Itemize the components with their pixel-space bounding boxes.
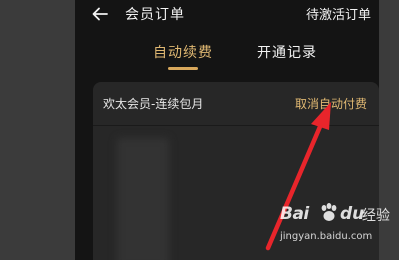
watermark-brand-suffix: du: [340, 204, 365, 224]
card-divider: [93, 125, 379, 126]
active-tab-indicator: [168, 67, 198, 70]
tab-auto-renewal[interactable]: 自动续费: [153, 42, 213, 62]
baidu-jingyan-watermark: Bai du 经验 jingyan.baidu.com: [280, 200, 392, 256]
watermark-product: 经验: [362, 208, 390, 224]
watermark-brand-prefix: Bai: [280, 204, 309, 224]
back-arrow-icon[interactable]: [91, 5, 109, 23]
plan-title: 欢太会员-连续包月: [103, 97, 204, 111]
cancel-auto-pay-button[interactable]: 取消自动付费: [295, 95, 367, 112]
paw-logo-icon: [321, 203, 337, 221]
pending-orders-link[interactable]: 待激活订单: [306, 4, 371, 23]
blurred-content: [117, 138, 169, 260]
page-title: 会员订单: [125, 7, 185, 23]
screenshot: 会员订单 待激活订单 自动续费 开通记录 欢太会员-连续包月 取消自动付费 Ba…: [0, 0, 399, 260]
app-header: 会员订单 待激活订单: [75, 0, 379, 32]
watermark-url: jingyan.baidu.com: [280, 231, 373, 242]
tab-activation-records[interactable]: 开通记录: [257, 42, 317, 62]
left-margin: [0, 0, 75, 260]
order-tabs: 自动续费 开通记录: [75, 42, 379, 72]
